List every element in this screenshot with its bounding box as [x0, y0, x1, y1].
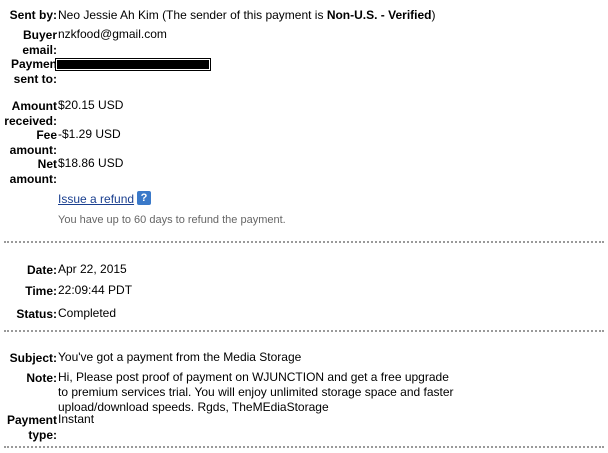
note-value: Hi, Please post proof of payment on WJUN…: [58, 370, 454, 414]
date-value: Apr 22, 2015: [58, 262, 127, 276]
amount-received-value: $20.15 USD: [58, 98, 124, 112]
issue-refund-link[interactable]: Issue a refund: [58, 192, 134, 207]
status-value: Completed: [58, 306, 117, 320]
net-amount-value: $18.86 USD: [58, 156, 124, 170]
date-label: Date:: [26, 263, 57, 277]
payment-type-label: Payment type:: [6, 413, 57, 442]
fee-amount-value: -$1.29 USD: [58, 127, 121, 141]
payment-sent-to-label-line2: sent to:: [13, 72, 57, 86]
section-divider: [4, 330, 604, 332]
payment-sent-to-label: Paymen sent to:: [11, 57, 57, 87]
sender-name: Neo Jessie Ah Kim: [58, 8, 159, 22]
refund-note: You have up to 60 days to refund the pay…: [58, 214, 286, 226]
buyer-email-label: Buyer email:: [22, 28, 57, 57]
sender-note-suffix: ): [431, 8, 436, 22]
sender-verification-status: Non-U.S. - Verified: [326, 8, 432, 22]
amount-received-label: Amount received:: [4, 99, 57, 128]
redacted-recipient: [55, 58, 211, 71]
fee-amount-label: Fee amount:: [9, 128, 57, 157]
subject-value: You've got a payment from the Media Stor…: [58, 350, 302, 364]
payment-type-value: Instant: [58, 412, 95, 426]
help-icon[interactable]: ?: [137, 191, 151, 205]
sent-by-label: Sent by:: [9, 8, 57, 22]
net-amount-label: Net amount:: [9, 157, 57, 186]
status-label: Status:: [16, 307, 57, 321]
payment-sent-to-label-line1: Paymen: [10, 57, 57, 71]
time-value: 22:09:44 PDT: [58, 283, 133, 297]
sender-note-prefix: (The sender of this payment is: [162, 8, 327, 22]
buyer-email-value: nzkfood@gmail.com: [58, 27, 167, 41]
note-label: Note:: [26, 371, 57, 385]
subject-label: Subject:: [9, 351, 57, 365]
section-divider: [4, 446, 604, 448]
section-divider: [4, 241, 604, 243]
sent-by-value: Neo Jessie Ah Kim (The sender of this pa…: [58, 8, 436, 23]
time-label: Time:: [25, 284, 57, 298]
